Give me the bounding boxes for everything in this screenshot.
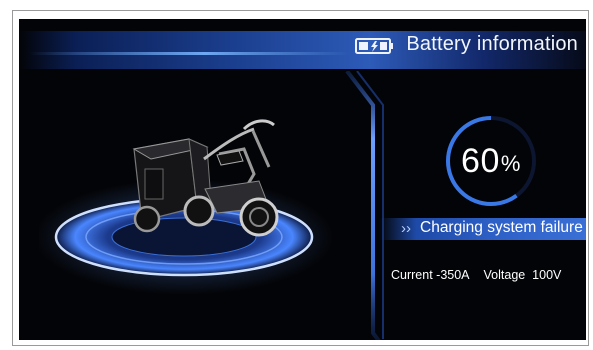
- battery-percent-unit: %: [500, 151, 521, 176]
- page-title: Battery information: [406, 33, 578, 55]
- battery-percent-display: 60%: [441, 111, 541, 211]
- header-glow-line: [29, 52, 349, 55]
- battery-percent-value: 60: [461, 141, 500, 180]
- electrical-readout: Current -350A Voltage 100V: [391, 268, 561, 282]
- voltage-readout: Voltage 100V: [483, 268, 562, 282]
- battery-icon: [355, 38, 393, 54]
- alert-text: Charging system failure: [420, 219, 583, 236]
- current-readout: Current -350A: [391, 268, 470, 282]
- dashboard-screen: Battery information 60 % ›› Charging sys…: [19, 19, 586, 340]
- electric-cargo-tricycle: [132, 119, 279, 237]
- vehicle-scene: [39, 119, 334, 295]
- chevron-right-icon: ››: [401, 220, 411, 237]
